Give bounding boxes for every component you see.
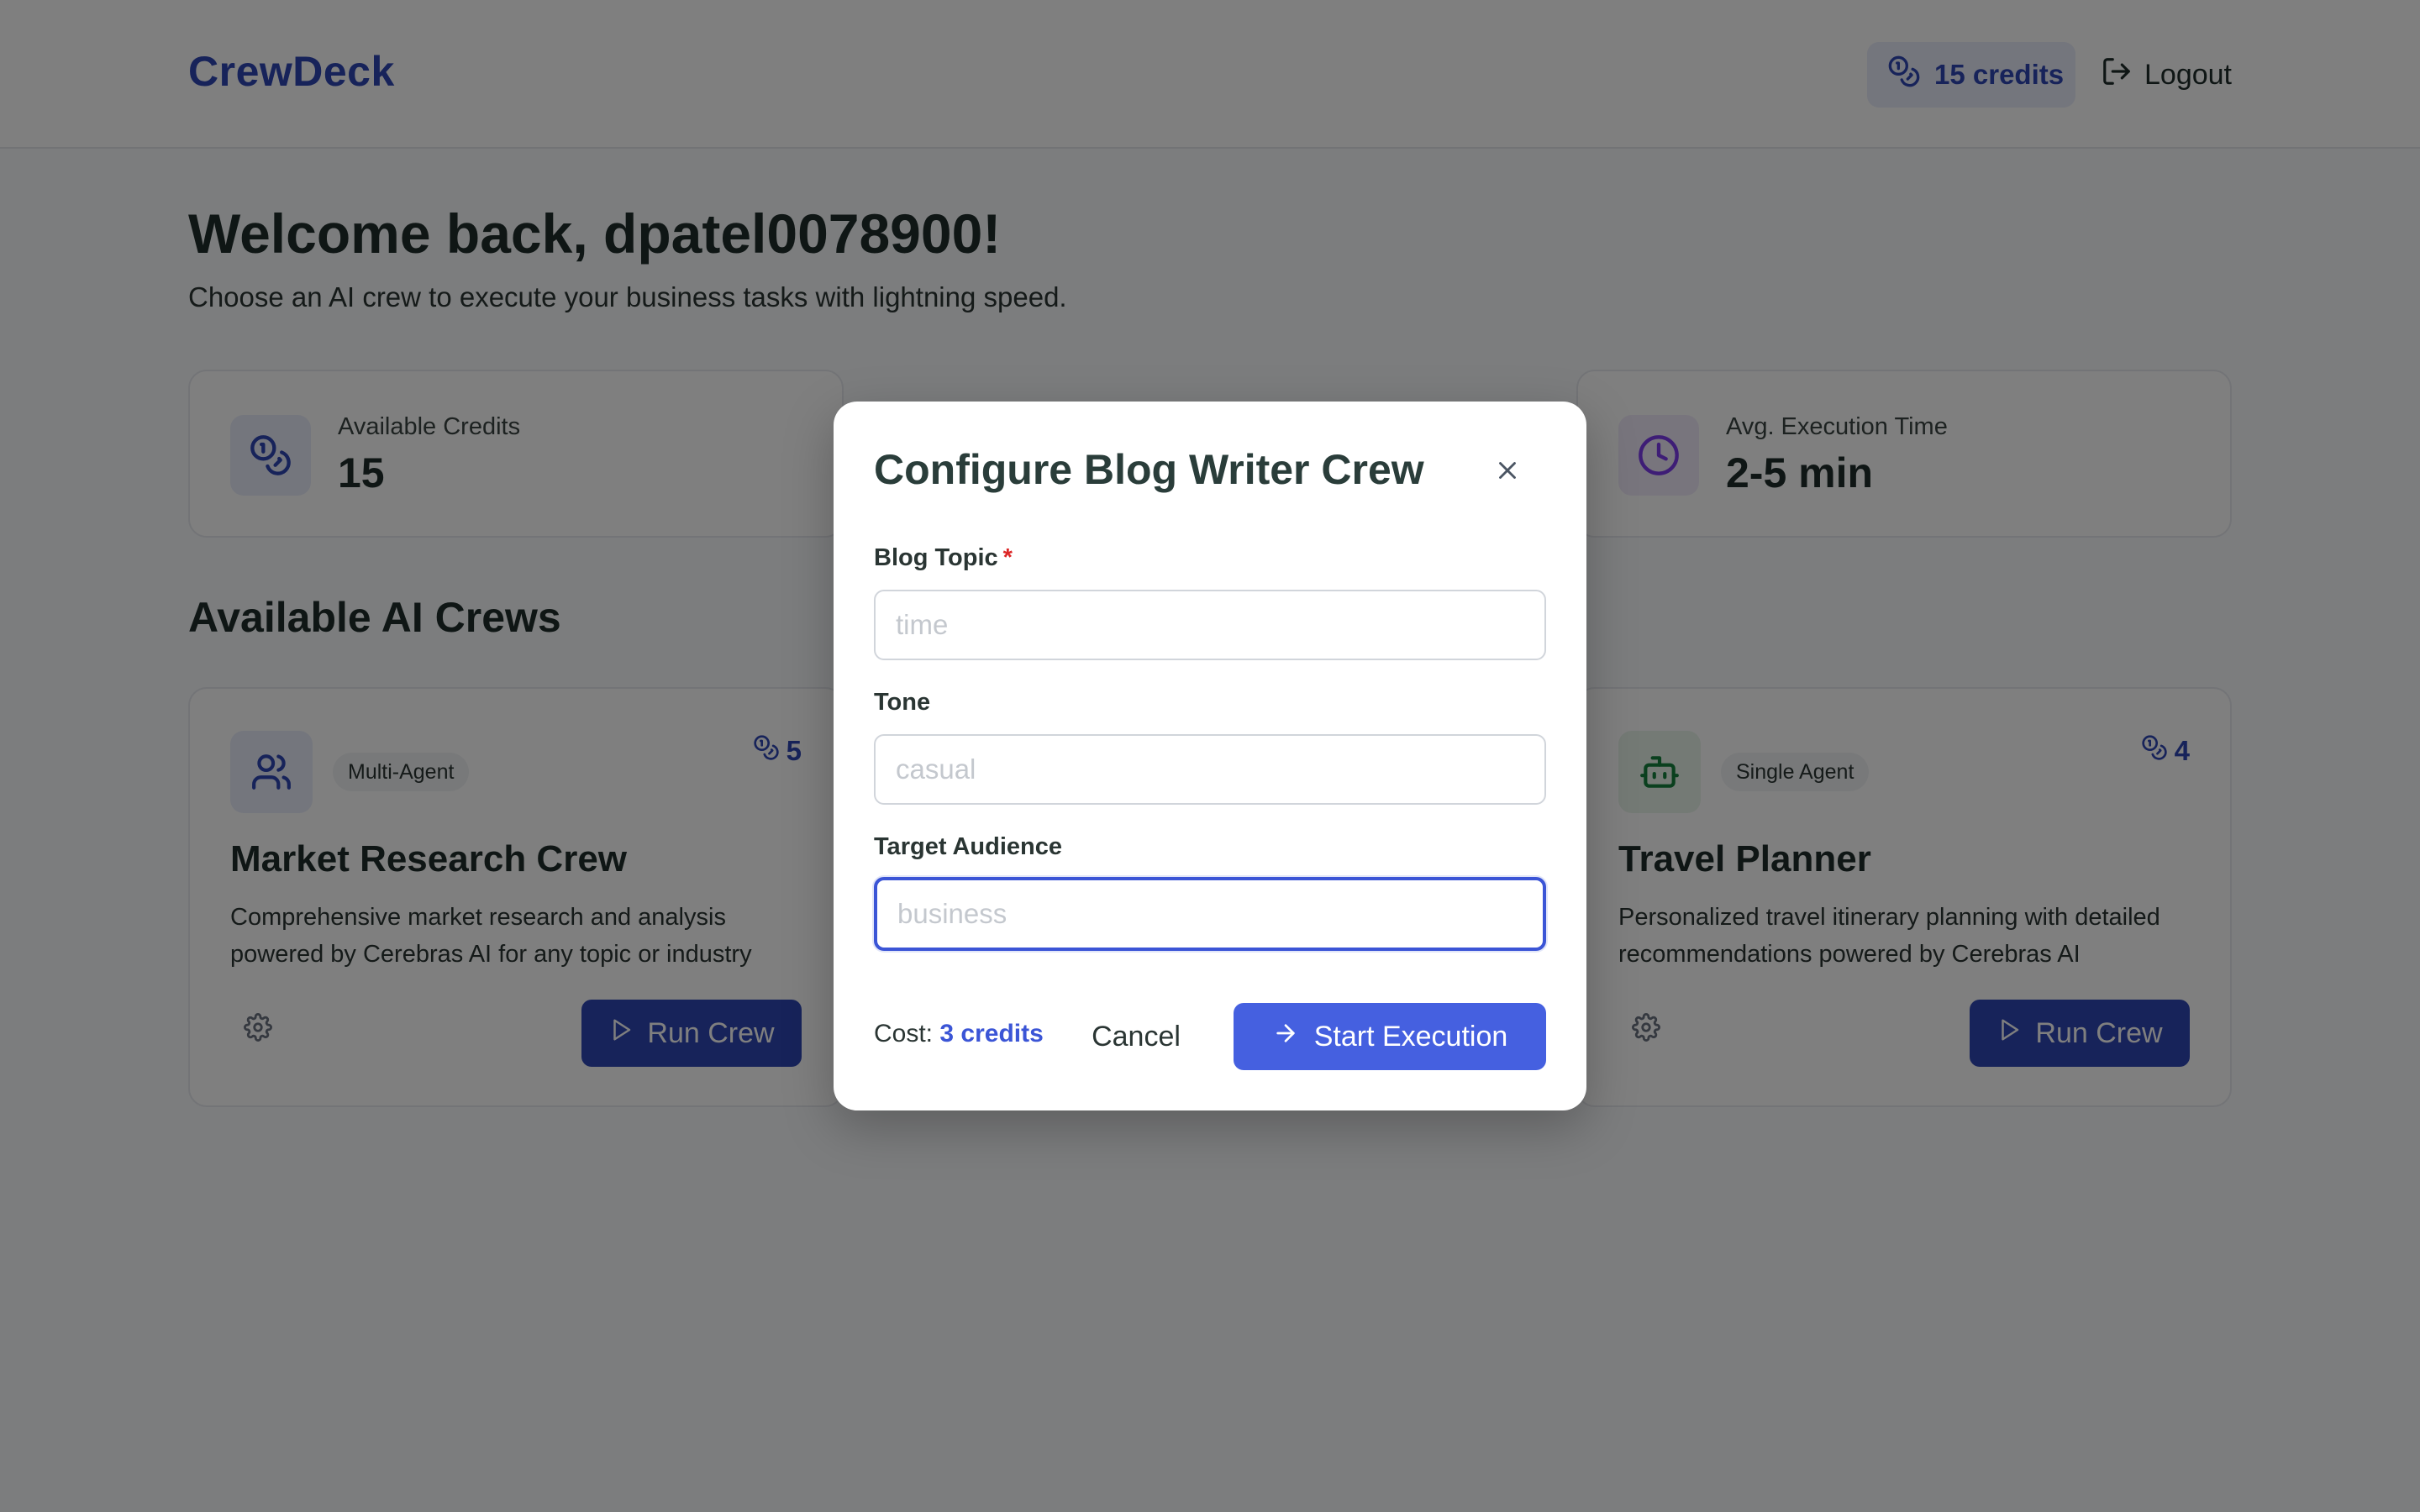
cancel-button[interactable]: Cancel [1077,1003,1195,1070]
start-execution-button[interactable]: Start Execution [1234,1003,1546,1070]
modal-title: Configure Blog Writer Crew [874,446,1424,493]
blog-topic-label: Blog Topic * [874,544,1013,572]
cost-value: 3 credits [939,1020,1044,1047]
tone-input[interactable] [874,734,1546,805]
target-audience-label: Target Audience [874,833,1062,860]
target-audience-input[interactable] [874,877,1546,951]
close-icon[interactable] [1489,452,1526,489]
start-execution-label: Start Execution [1313,1020,1508,1053]
cost-label: Cost: [874,1020,934,1047]
arrow-right-icon [1272,1020,1299,1054]
required-mark: * [1002,544,1013,571]
tone-label: Tone [874,689,931,716]
configure-crew-modal: Configure Blog Writer Crew Blog Topic * T… [834,402,1586,1110]
field-label-text: Blog Topic [874,544,998,571]
blog-topic-input[interactable] [874,590,1546,660]
execution-cost: Cost: 3 credits [874,1020,1044,1048]
